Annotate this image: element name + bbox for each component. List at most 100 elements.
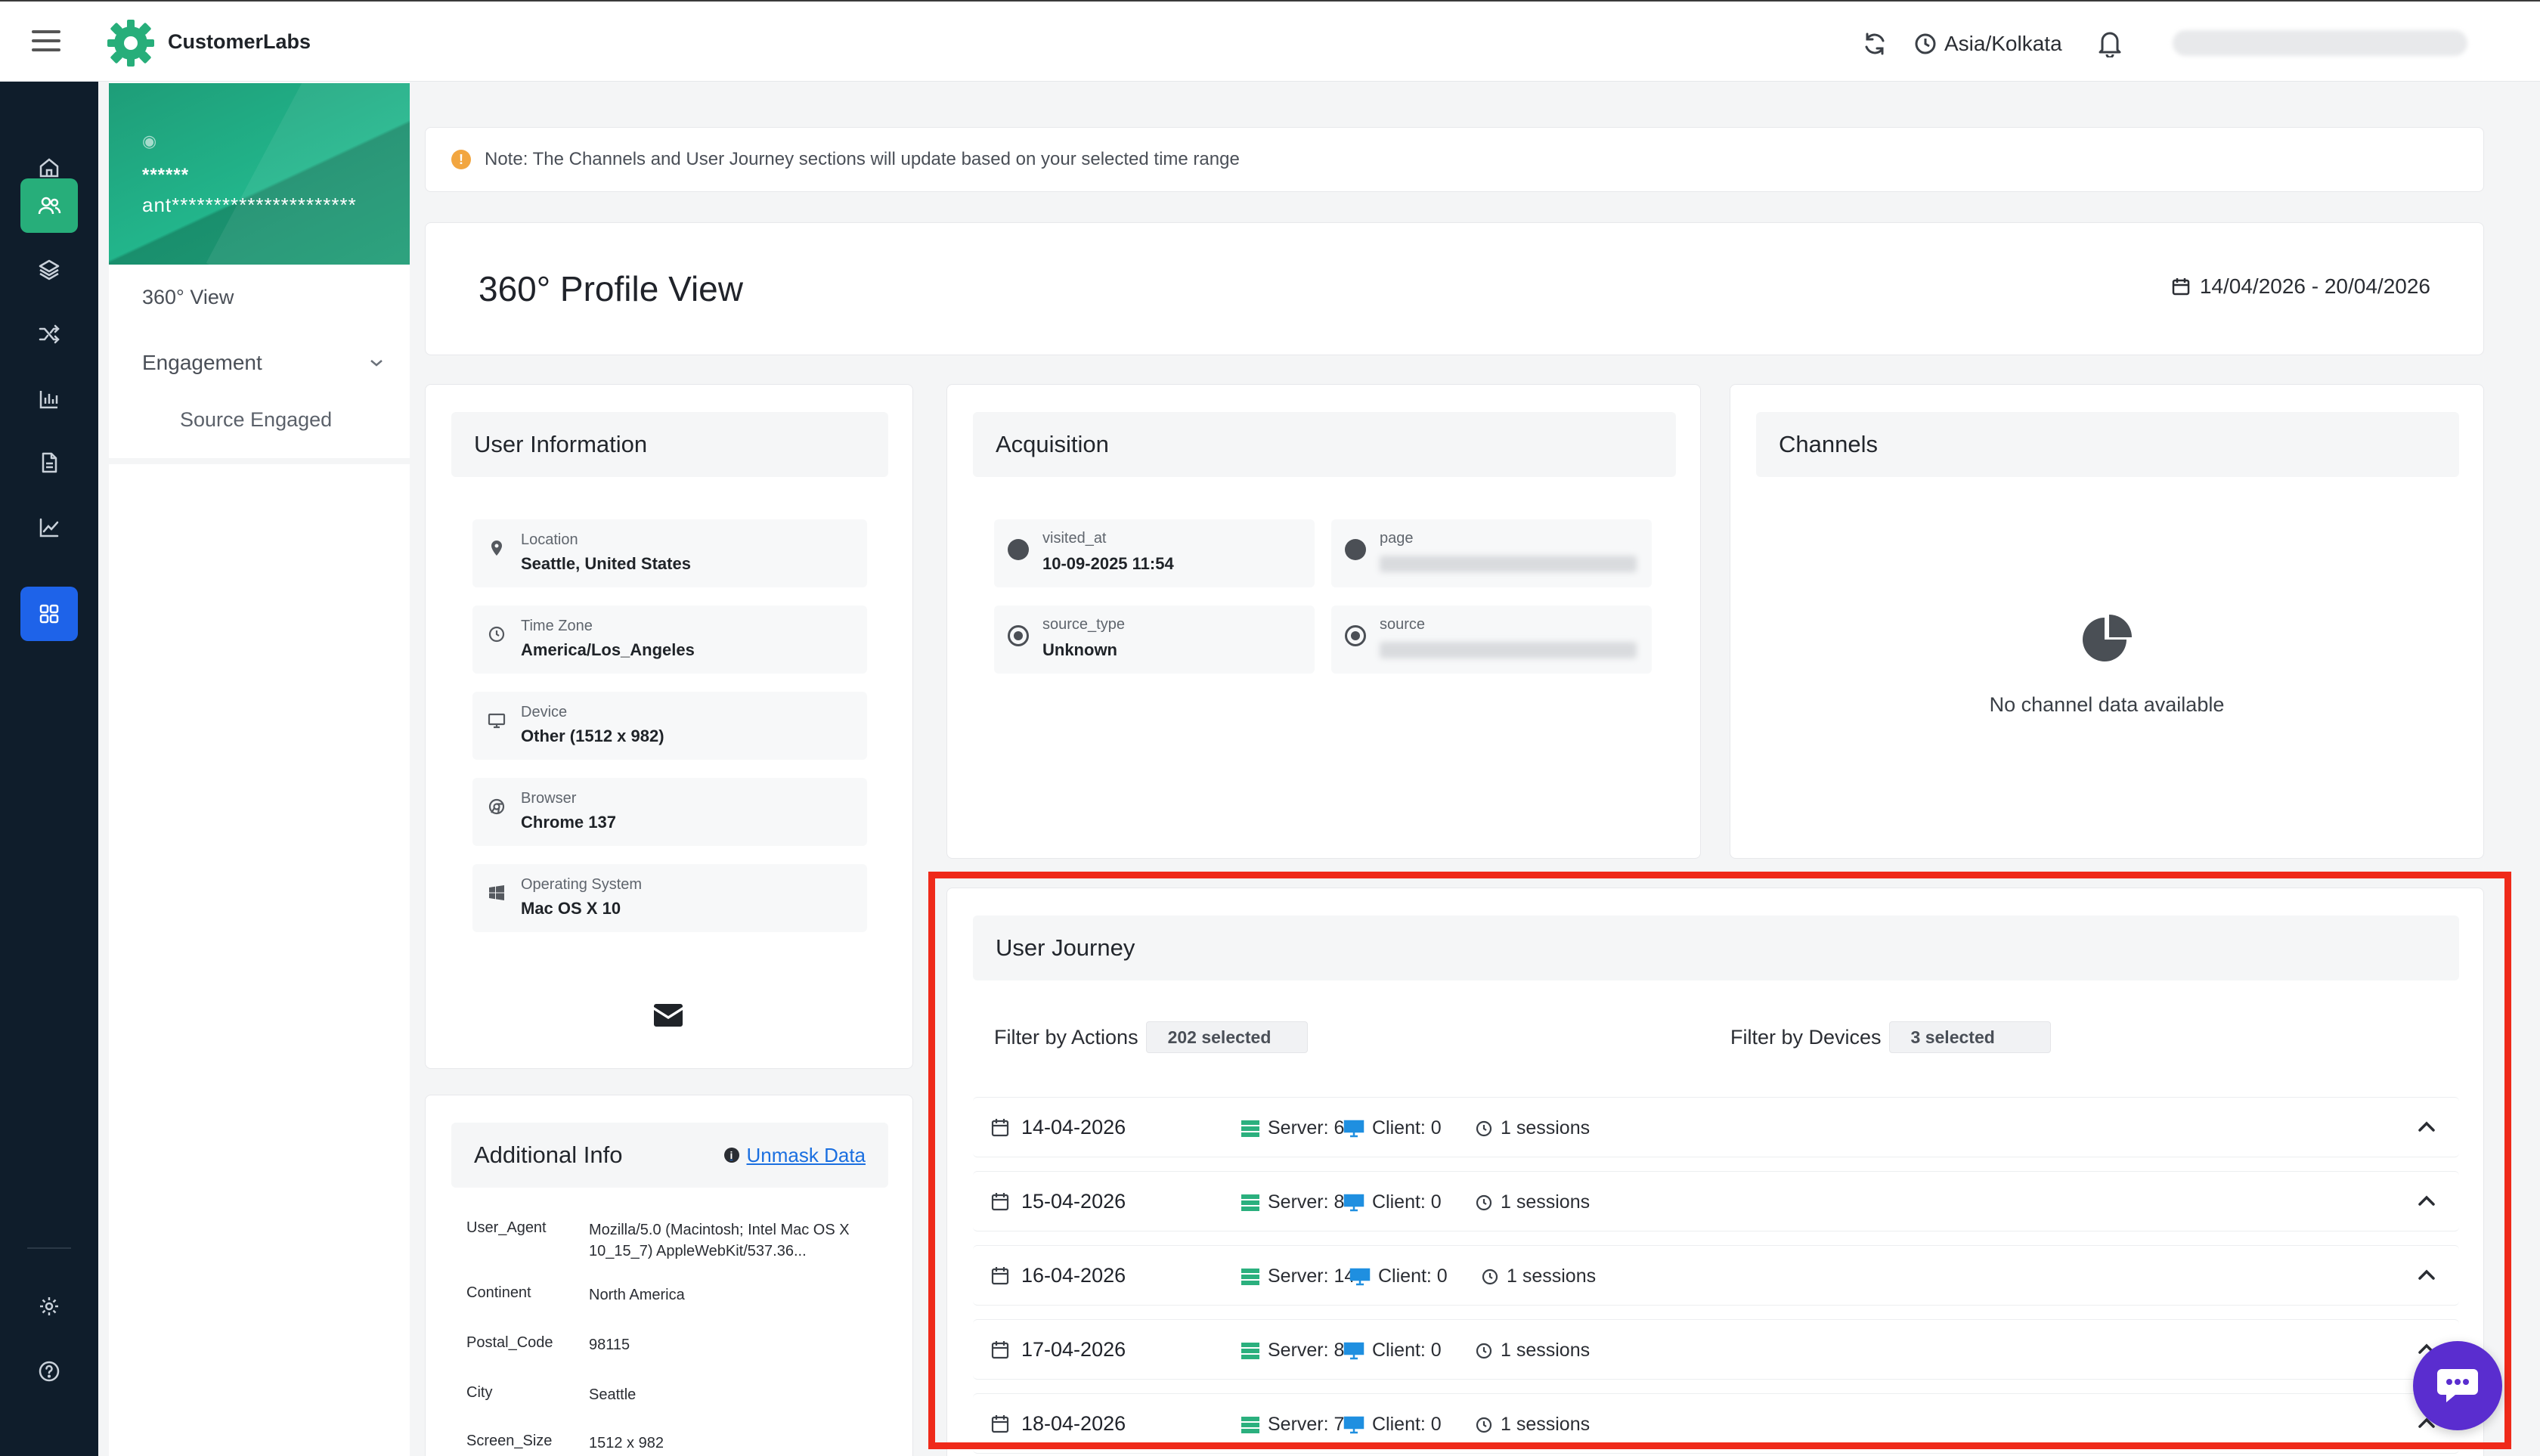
profile-name: ****** [142,165,190,185]
profile-card-decoration [206,83,410,265]
rail-settings[interactable] [20,1279,78,1334]
acq-label: page [1380,530,1414,547]
journey-date: 17-04-2026 [1021,1338,1126,1361]
additional-value: Seattle [589,1386,637,1403]
journey-client-count: Client: 0 [1378,1265,1448,1287]
server-icon [1241,1120,1259,1137]
clock-icon [1476,1194,1492,1210]
monitor-icon [1343,1120,1364,1137]
rail-document[interactable] [20,435,78,490]
subnav-separator [109,458,410,464]
rail-apps[interactable] [20,587,78,641]
info-row-os: Operating System Mac OS X 10 [472,864,867,932]
bell-icon[interactable] [2096,27,2124,57]
subnav-engagement-label: Engagement [142,351,262,374]
layers-icon [39,259,60,280]
users-icon [38,197,61,215]
chat-icon [2437,1369,2478,1402]
filter-actions-select[interactable]: 202 selected [1145,1021,1308,1053]
acq-visited-at: visited_at 10-09-2025 11:54 [994,519,1315,587]
filter-devices: Filter by Devices 3 selected [1730,1021,2051,1053]
subnav-360-view[interactable]: 360° View [142,286,234,309]
acquisition-title: Acquisition [973,412,1676,477]
profile-email: ant********************** [142,194,357,216]
rail-line-chart[interactable] [20,500,78,555]
hamburger-icon[interactable] [32,30,60,53]
app-name: CustomerLabs [168,30,311,53]
document-icon [42,452,57,473]
user-menu[interactable] [2173,30,2467,56]
journey-server: Server: 8 [1241,1191,1344,1213]
unmask-data-link[interactable]: i Unmask Data [723,1144,866,1167]
rail-bar-chart[interactable] [20,372,78,426]
journey-client: Client: 0 [1343,1414,1442,1436]
rail-help[interactable] [20,1344,78,1399]
windows-icon [489,885,504,900]
subnav-source-engaged[interactable]: Source Engaged [180,408,332,432]
journey-row[interactable]: 17-04-2026 Server: 8 Client: 0 1 sessions [973,1319,2459,1380]
additional-key: Continent [466,1284,531,1301]
rail-users[interactable] [20,178,78,233]
mail-icon[interactable] [652,1003,684,1027]
journey-row[interactable]: 15-04-2026 Server: 8 Client: 0 1 sessions [973,1171,2459,1231]
chat-button[interactable] [2413,1341,2502,1430]
bar-chart-icon [39,391,58,409]
journey-date: 16-04-2026 [1021,1264,1126,1287]
rail-shuffle[interactable] [20,307,78,361]
line-chart-icon [39,518,59,537]
refresh-icon[interactable] [1861,30,1888,57]
journey-client-count: Client: 0 [1372,1414,1442,1435]
journey-row[interactable]: 16-04-2026 Server: 14 Client: 0 1 sessions [973,1245,2459,1306]
date-range-label: 14/04/2026 - 20/04/2026 [2199,274,2430,298]
info-label: Operating System [521,876,643,893]
chevron-down-icon [370,360,383,367]
subnav-engagement[interactable]: Engagement [142,351,384,375]
page-title: 360° Profile View [479,269,743,308]
calendar-icon [991,1119,1009,1137]
journey-row[interactable]: 14-04-2026 Server: 6 Client: 0 1 sessions [973,1097,2459,1157]
chevron-up-icon[interactable] [2417,1193,2436,1208]
journey-date: 15-04-2026 [1021,1190,1126,1213]
timezone-selector[interactable]: Asia/Kolkata [1914,29,2062,59]
filter-actions-label: Filter by Actions [994,1025,1138,1049]
additional-key: City [466,1384,493,1401]
channels-empty-text: No channel data available [1989,693,2225,716]
journey-sessions: 1 sessions [1475,1340,1590,1362]
info-value: Mac OS X 10 [521,899,621,918]
profile-sidebar: ◉ ****** ant********************** 360° … [109,82,410,1456]
customerlabs-logo-icon [107,20,154,67]
info-value: Other (1512 x 982) [521,726,664,745]
filter-devices-select[interactable]: 3 selected [1888,1021,2051,1053]
journey-sessions: 1 sessions [1481,1265,1596,1287]
server-icon [1241,1194,1259,1211]
profile-card: ◉ ****** ant********************** [109,83,410,265]
dot-icon [1008,539,1029,560]
avatar: ◉ [142,132,157,150]
info-row-timezone: Time Zone America/Los_Angeles [472,606,867,674]
journey-server-count: Server: 8 [1268,1191,1345,1213]
journey-server-count: Server: 6 [1268,1117,1345,1138]
note-text: Note: The Channels and User Journey sect… [485,149,1240,169]
info-icon: i [723,1148,739,1163]
journey-date: 18-04-2026 [1021,1412,1126,1435]
acquisition-card: Acquisition visited_at 10-09-2025 11:54 … [946,384,1701,859]
info-value: Chrome 137 [521,813,616,832]
acq-page: page [1331,519,1652,587]
clock-icon [1476,1343,1492,1358]
additional-info-card: Additional Info i Unmask Data User_Agent… [425,1095,913,1456]
icon-rail [0,82,98,1456]
journey-row[interactable]: 18-04-2026 Server: 7 Client: 0 1 sessions [973,1393,2459,1454]
additional-info-title: Additional Info [474,1142,623,1168]
additional-key: Postal_Code [466,1334,553,1351]
chevron-up-icon[interactable] [2417,1119,2436,1134]
date-range-picker[interactable]: 14/04/2026 - 20/04/2026 [2171,274,2430,299]
calendar-icon [991,1267,1009,1285]
chevron-up-icon[interactable] [2417,1267,2436,1282]
acq-value-redacted [1380,642,1637,658]
target-icon [1345,625,1366,646]
info-row-location: Location Seattle, United States [472,519,867,587]
additional-value: 1512 x 982 [589,1435,664,1451]
journey-sessions-count: 1 sessions [1507,1265,1597,1287]
additional-key: User_Agent [466,1219,547,1236]
rail-layers[interactable] [20,242,78,296]
